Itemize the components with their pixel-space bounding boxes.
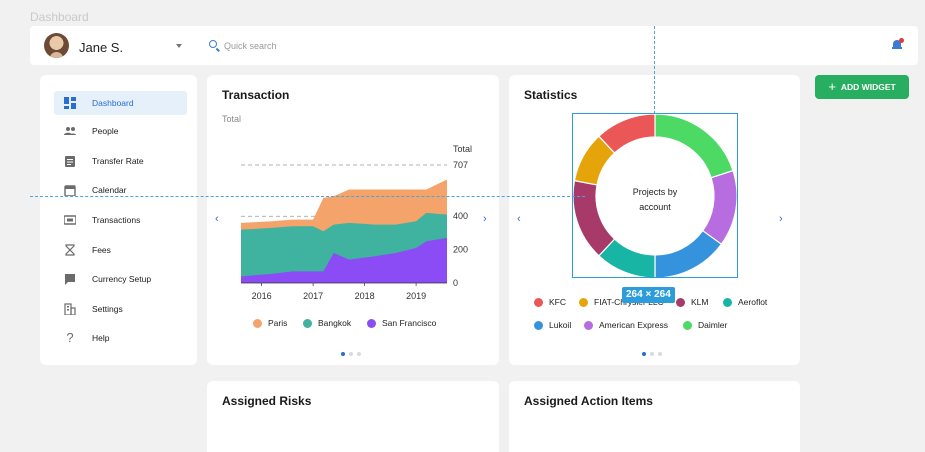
legend-item[interactable]: KLM [676, 297, 708, 307]
sidebar-item-label: Currency Setup [92, 274, 152, 284]
legend-item[interactable]: Aeroflot [723, 297, 767, 307]
card-title: Assigned Risks [222, 394, 312, 408]
legend-swatch [584, 320, 593, 330]
clipboard-icon [64, 155, 76, 167]
guide-line-horizontal [30, 196, 585, 197]
assigned-actions-card: Assigned Action Items [509, 381, 800, 452]
legend-swatch [534, 320, 543, 330]
page-dot[interactable] [349, 352, 353, 356]
x-tick-label: 2019 [406, 291, 426, 301]
x-tick-label: 2018 [355, 291, 375, 301]
dimension-badge: 264 × 264 [622, 287, 675, 303]
transaction-area-chart: Total 707 400 200 0 2016 2017 2018 2019 [241, 144, 472, 301]
people-icon [64, 125, 76, 137]
bell-icon[interactable] [892, 38, 904, 50]
sidebar-item-label: Settings [92, 304, 123, 314]
sidebar-item-currency-setup[interactable]: Currency Setup [54, 267, 187, 291]
y-tick-label: 400 [453, 211, 468, 221]
legend-label: Paris [268, 318, 288, 328]
legend-label: KLM [691, 297, 709, 307]
sidebar: Dashboard People Transfer Rate Calendar … [40, 75, 197, 365]
legend-item[interactable]: San Francisco [367, 318, 436, 328]
transactions-icon [63, 214, 77, 226]
legend-swatch [676, 297, 685, 307]
sidebar-item-settings[interactable]: Settings [54, 297, 187, 321]
building-icon [64, 303, 76, 316]
card-title: Assigned Action Items [524, 394, 653, 408]
legend-label: Aeroflot [738, 297, 768, 307]
user-name[interactable]: Jane S. [79, 40, 123, 55]
legend-swatch [534, 297, 543, 307]
sidebar-item-label: Help [92, 333, 110, 343]
y-tick-label: 0 [453, 278, 458, 288]
add-widget-button[interactable]: + ADD WIDGET [815, 75, 909, 99]
search-input[interactable]: Quick search [224, 41, 277, 51]
page-dot[interactable] [658, 352, 662, 356]
selection-box[interactable] [572, 113, 738, 278]
legend-item[interactable]: American Express [584, 320, 668, 330]
sidebar-item-transfer-rate[interactable]: Transfer Rate [54, 149, 187, 173]
legend-swatch [253, 318, 262, 328]
hourglass-icon [64, 244, 76, 256]
y-tick-label: 200 [453, 245, 468, 255]
legend-swatch [723, 297, 732, 307]
sidebar-item-dashboard[interactable]: Dashboard [54, 91, 187, 115]
y-tick-label: 707 [453, 160, 468, 170]
sidebar-item-fees[interactable]: Fees [54, 238, 187, 262]
legend-swatch [367, 318, 376, 328]
axis-label: Total [453, 144, 472, 154]
legend-item[interactable]: Lukoil [534, 320, 571, 330]
sidebar-item-label: Dashboard [92, 98, 134, 108]
sidebar-item-help[interactable]: ? Help [54, 326, 187, 350]
page-dot[interactable] [650, 352, 654, 356]
chat-icon [64, 273, 76, 285]
plus-icon: + [828, 79, 836, 94]
pagination-dots[interactable] [341, 352, 361, 356]
sidebar-item-calendar[interactable]: Calendar [54, 178, 187, 202]
legend-item[interactable]: Daimler [683, 320, 727, 330]
legend-label: KFC [549, 297, 566, 307]
sidebar-item-label: Transactions [92, 215, 141, 225]
assigned-risks-card: Assigned Risks [207, 381, 499, 452]
add-widget-label: ADD WIDGET [840, 82, 896, 92]
legend-label: Lukoil [549, 320, 572, 330]
frame-label: Dashboard [30, 10, 89, 24]
legend-item[interactable]: Bangkok [303, 318, 351, 328]
help-icon: ? [66, 330, 74, 345]
notification-dot [899, 38, 904, 43]
legend-label: American Express [599, 320, 668, 330]
legend-swatch [303, 318, 312, 328]
page-dot[interactable] [357, 352, 361, 356]
sidebar-item-label: People [92, 126, 119, 136]
legend-label: Bangkok [318, 318, 352, 328]
x-tick-label: 2016 [252, 291, 272, 301]
legend-swatch [683, 320, 692, 330]
sidebar-item-label: Fees [92, 245, 111, 255]
legend-label: Daimler [698, 320, 728, 330]
transaction-card: Transaction Total ‹ › Total 707 400 200 0 2… [207, 75, 499, 365]
legend-item[interactable]: KFC [534, 297, 566, 307]
legend-swatch [579, 297, 588, 307]
page-dot[interactable] [642, 352, 646, 356]
calendar-icon [64, 184, 76, 197]
dashboard-icon [64, 97, 76, 109]
sidebar-item-transactions[interactable]: Transactions [54, 208, 187, 232]
sidebar-item-label: Transfer Rate [92, 156, 144, 166]
top-bar: Jane S. Quick search [30, 26, 918, 65]
sidebar-item-label: Calendar [92, 185, 127, 195]
x-tick-label: 2017 [303, 291, 323, 301]
avatar[interactable] [44, 33, 69, 58]
search-icon [209, 40, 217, 48]
pagination-dots[interactable] [642, 352, 662, 356]
sidebar-item-people[interactable]: People [54, 119, 187, 143]
legend-item[interactable]: Paris [253, 318, 287, 328]
chevron-down-icon[interactable] [176, 44, 182, 48]
page-dot[interactable] [341, 352, 345, 356]
guide-line-vertical [654, 26, 655, 114]
legend-label: San Francisco [382, 318, 437, 328]
